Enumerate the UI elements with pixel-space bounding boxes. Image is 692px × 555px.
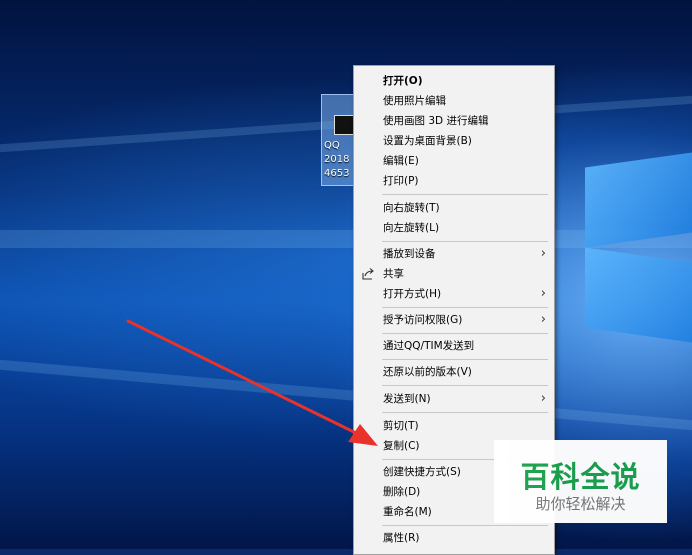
watermark-badge: 百科全说 助你轻松解决 [494, 440, 667, 523]
watermark-title: 百科全说 [520, 460, 641, 494]
watermark-subtitle: 助你轻松解决 [535, 495, 626, 513]
